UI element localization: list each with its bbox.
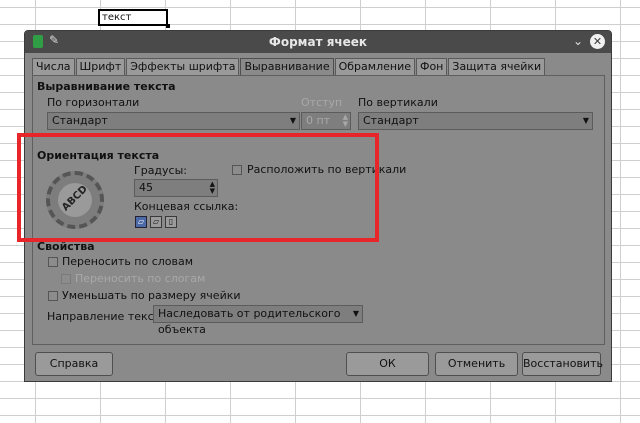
tab-font-effects[interactable]: Эффекты шрифта (126, 58, 240, 75)
cancel-button[interactable]: Отменить (435, 352, 518, 376)
shrink-to-fit-label: Уменьшать по размеру ячейки (62, 289, 241, 302)
stack-vertical-label: Расположить по вертикали (247, 163, 407, 176)
dialog-titlebar: ✎ Формат ячеек ⌄ ✕ (25, 31, 611, 53)
tab-cell-protection[interactable]: Защита ячейки (448, 58, 546, 75)
tab-background[interactable]: Фон (415, 58, 448, 75)
reset-button[interactable]: Восстановить (522, 352, 603, 376)
tab-font[interactable]: Шрифт (75, 58, 126, 75)
text-direction-label: Направление текста: (47, 310, 171, 323)
tab-bar: Числа Шрифт Эффекты шрифта Выравнивание … (32, 58, 546, 76)
orientation-dial[interactable]: ABCD (46, 171, 104, 229)
dialog-title: Формат ячеек (268, 35, 368, 49)
alignment-section-title: Выравнивание текста (37, 80, 176, 93)
indent-value: 0 пт (306, 114, 331, 127)
chevron-down-icon[interactable]: ⌄ (573, 34, 583, 48)
ok-button-label: ОК (379, 357, 396, 370)
vertical-value: Стандарт (363, 114, 419, 127)
text-direction-select[interactable]: Наследовать от родительского объекта ▼ (153, 305, 363, 336)
wrap-text-checkbox[interactable] (48, 257, 58, 267)
spin-down-icon[interactable]: ▼ (343, 121, 348, 128)
ref-edge-upper-button[interactable]: ▱ (150, 216, 162, 228)
degrees-value: 45 (139, 181, 153, 194)
hyphenation-label: Переносить по слогам (75, 272, 206, 285)
ref-edge-lower-button[interactable]: ▱ (135, 216, 147, 228)
chevron-down-icon: ▼ (582, 116, 589, 125)
degrees-label: Градусы: (134, 164, 187, 177)
tab-alignment[interactable]: Выравнивание (240, 58, 334, 76)
hyphenation-checkbox[interactable] (61, 274, 71, 284)
dial-text: ABCD (60, 183, 90, 214)
text-direction-value: Наследовать от родительского объекта (158, 307, 341, 336)
shrink-to-fit-checkbox[interactable] (48, 291, 58, 301)
wrap-text-label: Переносить по словам (62, 255, 194, 268)
spin-down-icon[interactable]: ▼ (210, 188, 215, 195)
close-icon[interactable]: ✕ (590, 34, 605, 49)
help-button-label: Справка (49, 357, 99, 370)
selected-cell[interactable]: текст (98, 9, 170, 28)
chevron-down-icon: ▼ (352, 309, 359, 318)
stack-vertical-checkbox[interactable] (232, 165, 242, 175)
alignment-panel: Выравнивание текста По горизонтали Станд… (32, 75, 605, 345)
indent-spinner[interactable]: 0 пт ▲ ▼ (301, 112, 351, 130)
orientation-section-title: Ориентация текста (37, 149, 160, 162)
ok-button[interactable]: ОК (346, 352, 429, 376)
vertical-select[interactable]: Стандарт ▼ (358, 112, 593, 130)
properties-section-title: Свойства (37, 240, 95, 253)
dial-center: ABCD (58, 183, 92, 217)
horizontal-value: Стандарт (52, 114, 108, 127)
indent-label: Отступ (301, 96, 343, 109)
vertical-label: По вертикали (358, 96, 438, 109)
tab-numbers[interactable]: Числа (32, 58, 75, 75)
horizontal-label: По горизонтали (47, 96, 140, 109)
cancel-button-label: Отменить (447, 357, 506, 370)
reset-button-label: Восстановить (523, 357, 603, 370)
horizontal-select[interactable]: Стандарт ▼ (47, 112, 300, 130)
ref-edge-inside-button[interactable]: ▯ (165, 216, 177, 228)
format-cells-dialog: ✎ Формат ячеек ⌄ ✕ Числа Шрифт Эффекты ш… (24, 30, 612, 382)
chevron-down-icon: ▼ (289, 116, 296, 125)
help-button[interactable]: Справка (35, 352, 113, 376)
reference-edge-label: Концевая ссылка: (134, 200, 239, 213)
tab-borders[interactable]: Обрамление (334, 58, 415, 75)
degrees-spinner[interactable]: 45 ▲ ▼ (134, 179, 218, 197)
